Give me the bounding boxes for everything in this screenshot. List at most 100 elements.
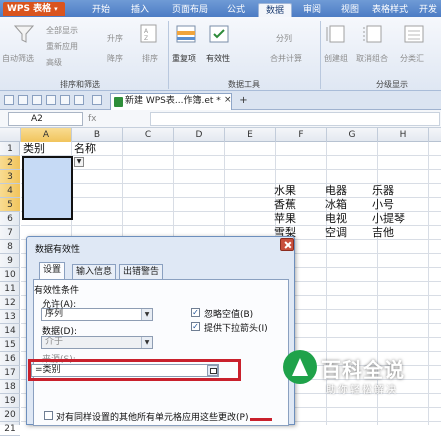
allow-select[interactable]: 序列 ▼	[41, 308, 153, 321]
cell-b1[interactable]: 名称	[74, 142, 96, 155]
ignore-blank-checkbox[interactable]: ✓	[191, 308, 200, 317]
column-header-g[interactable]: G	[327, 128, 378, 142]
row-header[interactable]: 13	[0, 310, 20, 324]
column-header-e[interactable]: E	[225, 128, 276, 142]
cell-g5[interactable]: 冰箱	[325, 198, 347, 211]
tab-view[interactable]: 视图	[334, 3, 366, 17]
tab-formulas[interactable]: 公式	[220, 3, 252, 17]
tab-settings[interactable]: 设置	[39, 262, 66, 280]
name-box[interactable]: A2	[8, 112, 83, 126]
row-header[interactable]: 4	[0, 184, 20, 198]
validation-label[interactable]: 有效性	[206, 53, 230, 64]
formula-input[interactable]	[150, 112, 440, 126]
data-select[interactable]: 介于 ▼	[41, 336, 153, 349]
new-tab-button[interactable]: +	[237, 95, 250, 108]
selected-range[interactable]	[22, 156, 73, 220]
column-header-f[interactable]: F	[276, 128, 327, 142]
column-header-c[interactable]: C	[123, 128, 174, 142]
cell-f4[interactable]: 水果	[274, 184, 296, 197]
tab-developer[interactable]: 开发	[414, 3, 441, 17]
tab-home[interactable]: 开始	[84, 3, 118, 17]
row-header[interactable]: 10	[0, 268, 20, 282]
app-menu-button[interactable]: WPS 表格 ▾	[3, 2, 65, 16]
row-header[interactable]: 3	[0, 170, 20, 184]
cell-a1[interactable]: 类别	[23, 142, 45, 155]
row-header[interactable]: 12	[0, 296, 20, 310]
cell-f6[interactable]: 苹果	[274, 212, 296, 225]
select-all-corner[interactable]	[0, 128, 21, 142]
column-header-d[interactable]: D	[174, 128, 225, 142]
ungroup-label[interactable]: 取消组合	[356, 53, 388, 64]
tab-data[interactable]: 数据	[258, 3, 292, 17]
row-header[interactable]: 11	[0, 282, 20, 296]
row-header[interactable]: 15	[0, 338, 20, 352]
remove-duplicates-label[interactable]: 重复项	[172, 53, 196, 64]
show-all-button[interactable]: 全部显示	[46, 25, 78, 36]
home-icon[interactable]	[92, 95, 102, 105]
split-column-button[interactable]: 分列	[276, 33, 292, 44]
reapply-button[interactable]: 重新应用	[46, 41, 78, 52]
row-header[interactable]: 20	[0, 408, 20, 422]
preview-icon[interactable]	[46, 95, 56, 105]
undo-icon[interactable]	[60, 95, 70, 105]
cell-h7[interactable]: 吉他	[372, 226, 394, 239]
column-header-h[interactable]: H	[378, 128, 429, 142]
column-header-a[interactable]: A	[21, 128, 72, 142]
cell-dropdown-button[interactable]: ▼	[74, 157, 84, 167]
subtotal-icon[interactable]	[402, 23, 426, 45]
sort-asc-button[interactable]: 升序	[107, 33, 123, 44]
cell-f5[interactable]: 香蕉	[274, 198, 296, 211]
cell-g4[interactable]: 电器	[325, 184, 347, 197]
tab-table-style[interactable]: 表格样式	[366, 3, 414, 17]
tab-error-alert[interactable]: 出错警告	[119, 264, 164, 279]
row-header[interactable]: 17	[0, 366, 20, 380]
row-header[interactable]: 5	[0, 198, 20, 212]
print-icon[interactable]	[32, 95, 42, 105]
filter-icon[interactable]	[12, 23, 36, 45]
save-icon[interactable]	[18, 95, 28, 105]
column-header-b[interactable]: B	[72, 128, 123, 142]
redo-icon[interactable]	[74, 95, 84, 105]
spreadsheet-icon	[114, 97, 123, 107]
duplicates-icon[interactable]	[174, 23, 198, 45]
cell-g6[interactable]: 电视	[325, 212, 347, 225]
tab-insert[interactable]: 插入	[124, 3, 156, 17]
cell-h4[interactable]: 乐器	[372, 184, 394, 197]
row-header[interactable]: 19	[0, 394, 20, 408]
folder-icon[interactable]	[4, 95, 14, 105]
create-group-label[interactable]: 创建组	[324, 53, 348, 64]
sort-label[interactable]: 排序	[142, 53, 158, 64]
cell-h5[interactable]: 小号	[372, 198, 394, 211]
row-header[interactable]: 14	[0, 324, 20, 338]
tab-input-message[interactable]: 输入信息	[72, 264, 117, 279]
sort-desc-button[interactable]: 降序	[107, 53, 123, 64]
cell-h6[interactable]: 小提琴	[372, 212, 405, 225]
document-tab[interactable]: 新建 WPS表...作簿.et *	[110, 93, 232, 110]
subtotal-label[interactable]: 分类汇	[400, 53, 424, 64]
row-header[interactable]: 9	[0, 254, 20, 268]
dropdown-arrow-checkbox[interactable]: ✓	[191, 322, 200, 331]
row-header[interactable]: 2	[0, 156, 20, 170]
ungroup-icon[interactable]	[361, 23, 385, 45]
row-header[interactable]: 6	[0, 212, 20, 226]
tab-page-layout[interactable]: 页面布局	[164, 3, 216, 17]
advanced-filter-button[interactable]: 高级	[46, 57, 62, 68]
row-header[interactable]: 18	[0, 380, 20, 394]
group-icon[interactable]	[324, 23, 348, 45]
row-header[interactable]: 1	[0, 142, 20, 156]
document-title: 新建 WPS表...作簿.et *	[125, 96, 221, 106]
row-header[interactable]: 21	[0, 422, 20, 436]
validation-icon[interactable]	[207, 23, 231, 45]
row-header[interactable]: 16	[0, 352, 20, 366]
sort-icon[interactable]: A Z	[137, 23, 161, 45]
tab-review[interactable]: 审阅	[296, 3, 328, 17]
row-header[interactable]: 8	[0, 240, 20, 254]
auto-filter-label[interactable]: 自动筛选	[2, 53, 34, 64]
close-tab-button[interactable]: ×	[224, 95, 232, 105]
fx-icon[interactable]: fx	[88, 112, 148, 126]
merge-calc-button[interactable]: 合并计算	[270, 53, 302, 64]
apply-all-checkbox[interactable]	[44, 411, 53, 420]
row-header[interactable]: 7	[0, 226, 20, 240]
close-icon[interactable]	[280, 238, 294, 251]
cell-g7[interactable]: 空调	[325, 226, 347, 239]
